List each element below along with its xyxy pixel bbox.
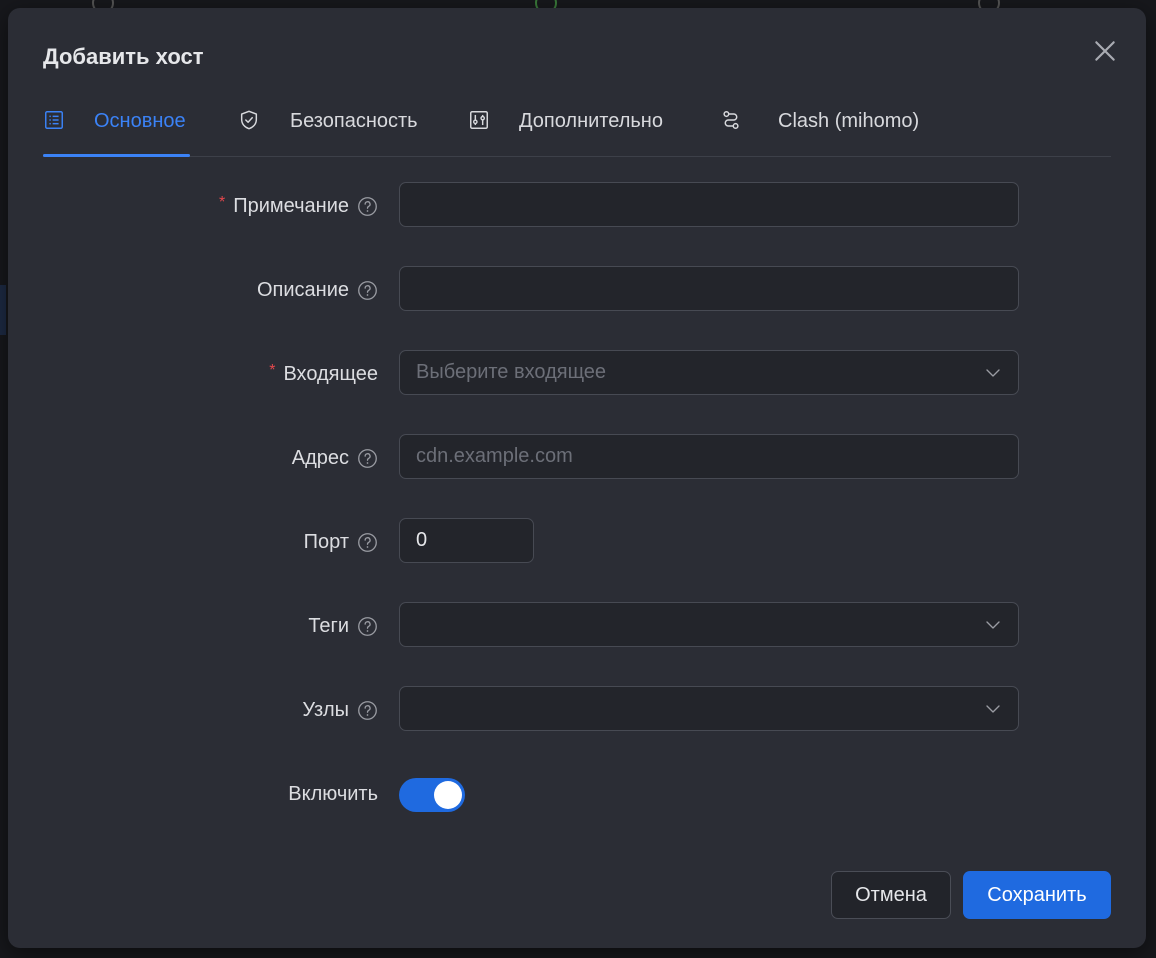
inbound-placeholder: Выберите входящее bbox=[416, 361, 607, 383]
cancel-button[interactable]: Отмена bbox=[831, 871, 951, 919]
tags-label-wrap: Теги bbox=[308, 602, 378, 650]
form-row-port: Порт 0 bbox=[8, 518, 1146, 566]
toggle-knob bbox=[434, 781, 462, 809]
remark-label: Примечание bbox=[233, 194, 349, 217]
save-button[interactable]: Сохранить bbox=[963, 871, 1111, 919]
modal-title: Добавить хост bbox=[43, 44, 204, 69]
shield-check-icon bbox=[240, 110, 258, 130]
required-mark: * bbox=[219, 194, 226, 211]
form-row-enable: Включить bbox=[8, 770, 1146, 818]
tab-bar: Основное Безопасность Дополнительно Clas… bbox=[43, 100, 1111, 157]
tab-security-label: Безопасность bbox=[290, 110, 418, 132]
form-row-remark: * Примечание bbox=[8, 182, 1146, 230]
add-host-modal: Добавить хост Основное Безопасность Допо… bbox=[8, 8, 1146, 948]
inbound-label-wrap: * Входящее bbox=[269, 350, 378, 398]
address-label: Адрес bbox=[291, 446, 349, 469]
form-row-address: Адрес bbox=[8, 434, 1146, 482]
remark-label-wrap: * Примечание bbox=[219, 182, 378, 230]
tab-advanced-label: Дополнительно bbox=[519, 110, 663, 132]
enable-label-wrap: Включить bbox=[288, 770, 378, 818]
nodes-label-wrap: Узлы bbox=[302, 686, 378, 734]
close-icon bbox=[1095, 41, 1115, 61]
form-row-inbound: * Входящее Выберите входящее bbox=[8, 350, 1146, 398]
route-icon bbox=[723, 111, 739, 129]
help-icon[interactable] bbox=[357, 532, 378, 553]
tab-security[interactable]: Безопасность bbox=[238, 100, 428, 156]
enable-toggle[interactable] bbox=[399, 778, 465, 812]
tab-general[interactable]: Основное bbox=[43, 100, 190, 157]
nodes-select[interactable] bbox=[399, 686, 1019, 731]
tab-advanced[interactable]: Дополнительно bbox=[468, 100, 683, 156]
help-icon[interactable] bbox=[357, 616, 378, 637]
description-label: Описание bbox=[256, 278, 349, 301]
background-sidebar-accent bbox=[0, 285, 6, 335]
tags-label: Теги bbox=[308, 614, 349, 637]
help-icon[interactable] bbox=[357, 280, 378, 301]
port-input[interactable]: 0 bbox=[399, 518, 534, 563]
help-icon[interactable] bbox=[357, 196, 378, 217]
required-mark: * bbox=[269, 362, 276, 379]
port-label: Порт bbox=[303, 530, 349, 553]
address-label-wrap: Адрес bbox=[292, 434, 378, 482]
nodes-label: Узлы bbox=[302, 698, 349, 721]
chevron-down-icon bbox=[986, 705, 1000, 713]
address-input-field[interactable] bbox=[416, 445, 1002, 468]
port-label-wrap: Порт bbox=[304, 518, 378, 566]
description-label-wrap: Описание bbox=[257, 266, 378, 314]
tab-clash[interactable]: Clash (mihomo) bbox=[720, 100, 920, 156]
chevron-down-icon bbox=[986, 621, 1000, 629]
sliders-icon bbox=[470, 111, 488, 129]
chevron-down-icon bbox=[986, 369, 1000, 377]
address-input[interactable] bbox=[399, 434, 1019, 479]
description-input[interactable] bbox=[399, 266, 1019, 311]
list-icon bbox=[45, 111, 63, 129]
enable-label: Включить bbox=[288, 782, 378, 805]
remark-input[interactable] bbox=[399, 182, 1019, 227]
description-input-field[interactable] bbox=[416, 277, 1002, 300]
remark-input-field[interactable] bbox=[416, 193, 1002, 216]
form-row-tags: Теги bbox=[8, 602, 1146, 650]
close-button[interactable] bbox=[1092, 38, 1118, 64]
help-icon[interactable] bbox=[357, 448, 378, 469]
tab-clash-label: Clash (mihomo) bbox=[778, 110, 920, 132]
help-icon[interactable] bbox=[357, 700, 378, 721]
form-row-nodes: Узлы bbox=[8, 686, 1146, 734]
form-row-description: Описание bbox=[8, 266, 1146, 314]
inbound-select[interactable]: Выберите входящее bbox=[399, 350, 1019, 395]
tab-general-label: Основное bbox=[94, 110, 186, 132]
tags-select[interactable] bbox=[399, 602, 1019, 647]
inbound-label: Входящее bbox=[283, 362, 378, 385]
port-value: 0 bbox=[416, 529, 428, 551]
